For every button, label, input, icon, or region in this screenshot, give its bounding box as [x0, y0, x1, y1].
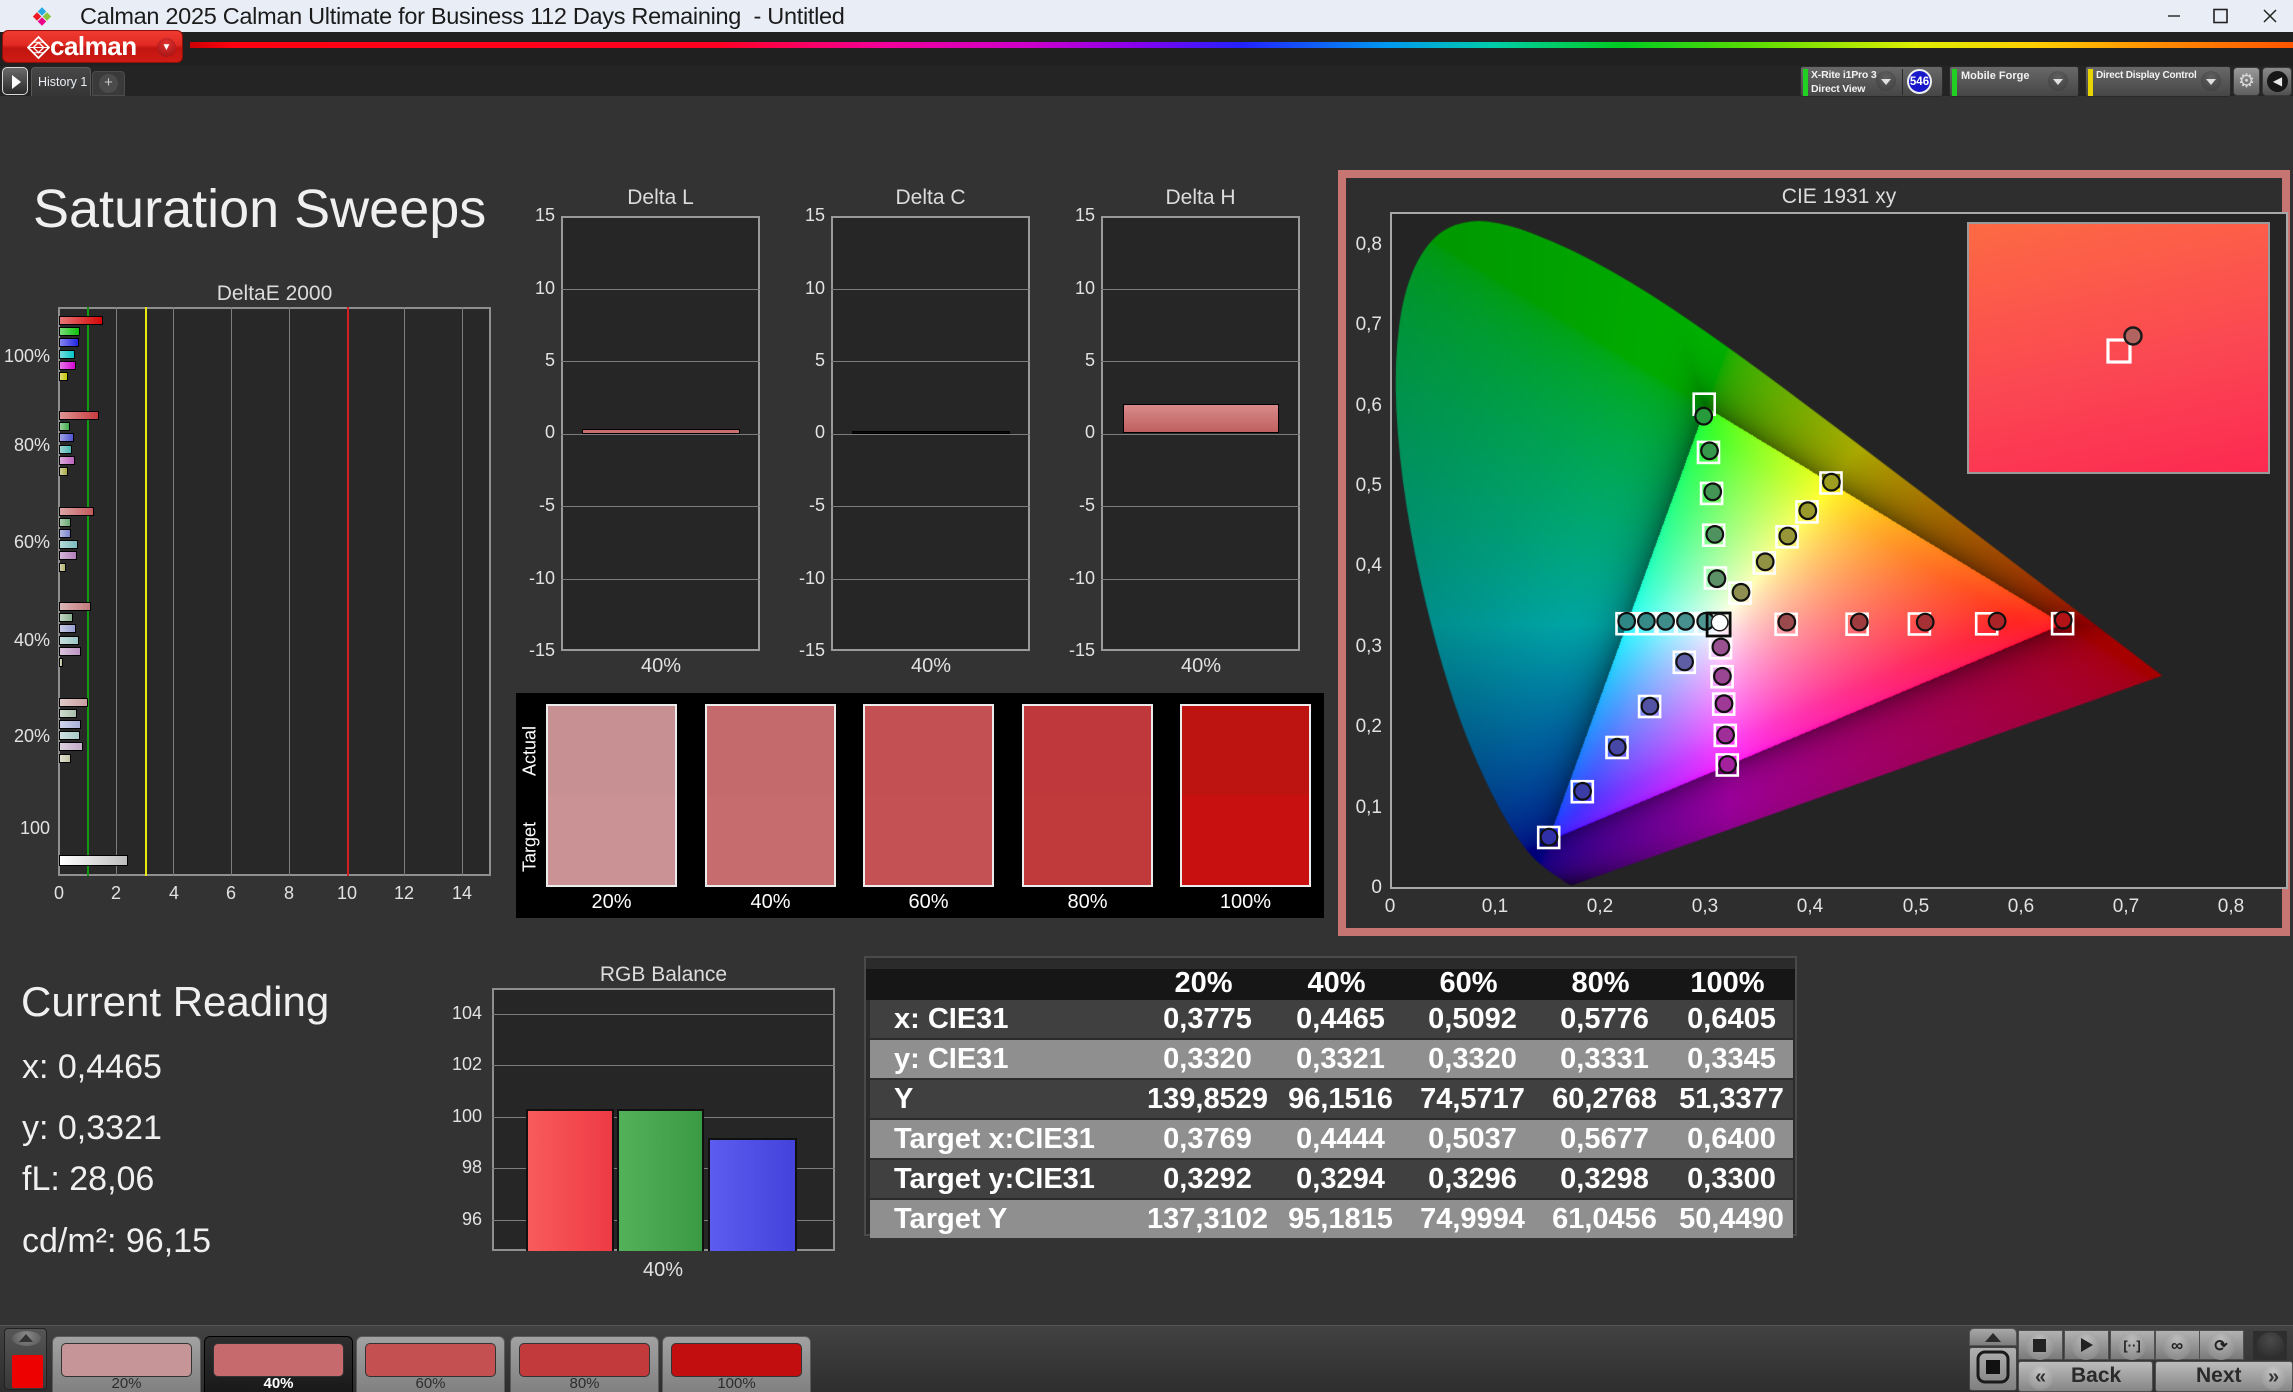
svg-text:∞: ∞	[2171, 1336, 2183, 1355]
svg-text:⟳: ⟳	[2214, 1338, 2228, 1355]
svg-text:[··]: [··]	[2123, 1338, 2140, 1353]
